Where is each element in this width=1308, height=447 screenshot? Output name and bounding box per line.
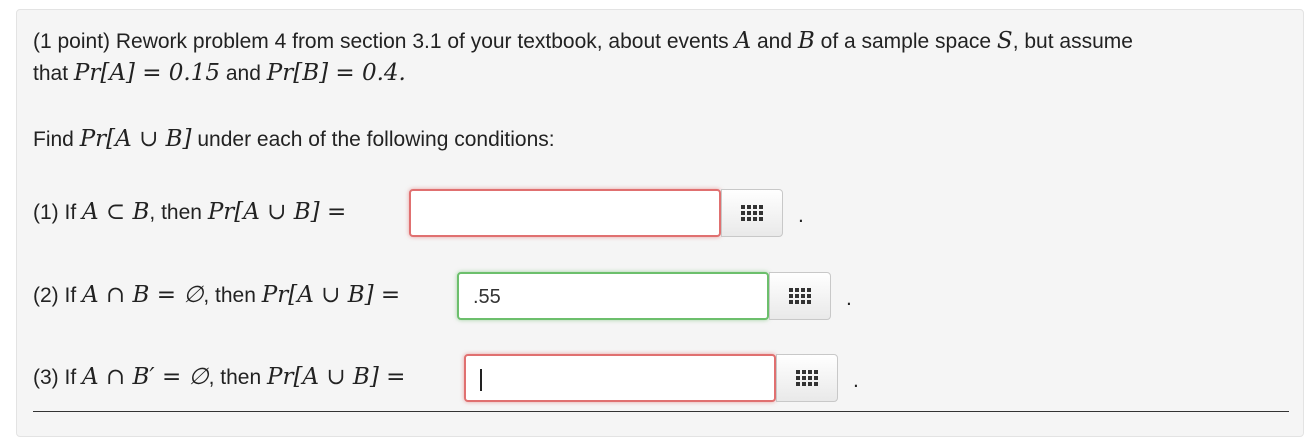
equation-palette-icon xyxy=(741,205,763,221)
of-space-text: of a sample space xyxy=(820,30,992,53)
problem-panel: (1 point) Rework problem 4 from section … xyxy=(16,9,1304,437)
part-3-prompt: (3) If A ∩ B′ = ∅, then Pr[A ∪ B] = xyxy=(33,363,405,392)
part-1-expr: Pr[A ∪ B] = xyxy=(207,199,347,225)
equation-palette-icon xyxy=(789,288,811,304)
that-text: that xyxy=(33,62,69,85)
part-1-answer-input[interactable] xyxy=(409,189,721,237)
part-3-expr: Pr[A ∪ B] = xyxy=(266,364,406,390)
part-2-answer-input[interactable]: .55 xyxy=(457,272,769,320)
pr-b-expr: Pr[B] = 0.4. xyxy=(266,60,406,86)
find-expr: Pr[A ∪ B] xyxy=(79,126,192,152)
part-3-condition: A ∩ B′ = ∅ xyxy=(82,364,209,390)
find-text: Find xyxy=(33,128,74,151)
part-1-condition: A ⊂ B xyxy=(82,199,150,225)
part-3-answer-input[interactable] xyxy=(464,354,776,402)
event-b: B xyxy=(797,28,815,54)
part-3-label: (3) If xyxy=(33,366,77,389)
part-2-expr: Pr[A ∪ B] = xyxy=(261,282,401,308)
part-2-period: . xyxy=(846,287,852,310)
event-a: A xyxy=(734,28,752,54)
text-caret xyxy=(480,368,482,391)
part-3-period: . xyxy=(853,369,859,392)
problem-statement-line-2: that Pr[A] = 0.15 and Pr[B] = 0.4. xyxy=(33,59,406,88)
part-2-then: , then xyxy=(203,284,256,307)
equation-palette-icon xyxy=(796,370,818,386)
and-text: and xyxy=(757,30,793,53)
part-2-condition: A ∩ B = ∅ xyxy=(82,282,204,308)
find-suffix-text: under each of the following conditions: xyxy=(197,128,555,151)
part-1-period: . xyxy=(798,204,804,227)
part-2-label: (2) If xyxy=(33,284,77,307)
part-2-equation-palette-button[interactable] xyxy=(769,272,831,320)
but-assume-text: , but assume xyxy=(1012,30,1133,53)
part-1-prompt: (1) If A ⊂ B, then Pr[A ∪ B] = xyxy=(33,198,346,227)
part-3-equation-palette-button[interactable] xyxy=(776,354,838,402)
part-1-equation-palette-button[interactable] xyxy=(721,189,783,237)
sample-space: S xyxy=(996,28,1013,54)
problem-statement-line-1: (1 point) Rework problem 4 from section … xyxy=(33,27,1133,56)
part-1-then: , then xyxy=(149,201,202,224)
part-3-then: , then xyxy=(208,366,262,389)
pr-a-expr: Pr[A] = 0.15 xyxy=(73,60,221,86)
part-1-label: (1) If xyxy=(33,201,77,224)
section-divider xyxy=(33,411,1289,412)
intro-text: (1 point) Rework problem 4 from section … xyxy=(33,30,729,53)
instruction-line: Find Pr[A ∪ B] under each of the followi… xyxy=(33,125,555,154)
part-2-prompt: (2) If A ∩ B = ∅, then Pr[A ∪ B] = xyxy=(33,281,400,310)
and2-text: and xyxy=(225,62,261,85)
